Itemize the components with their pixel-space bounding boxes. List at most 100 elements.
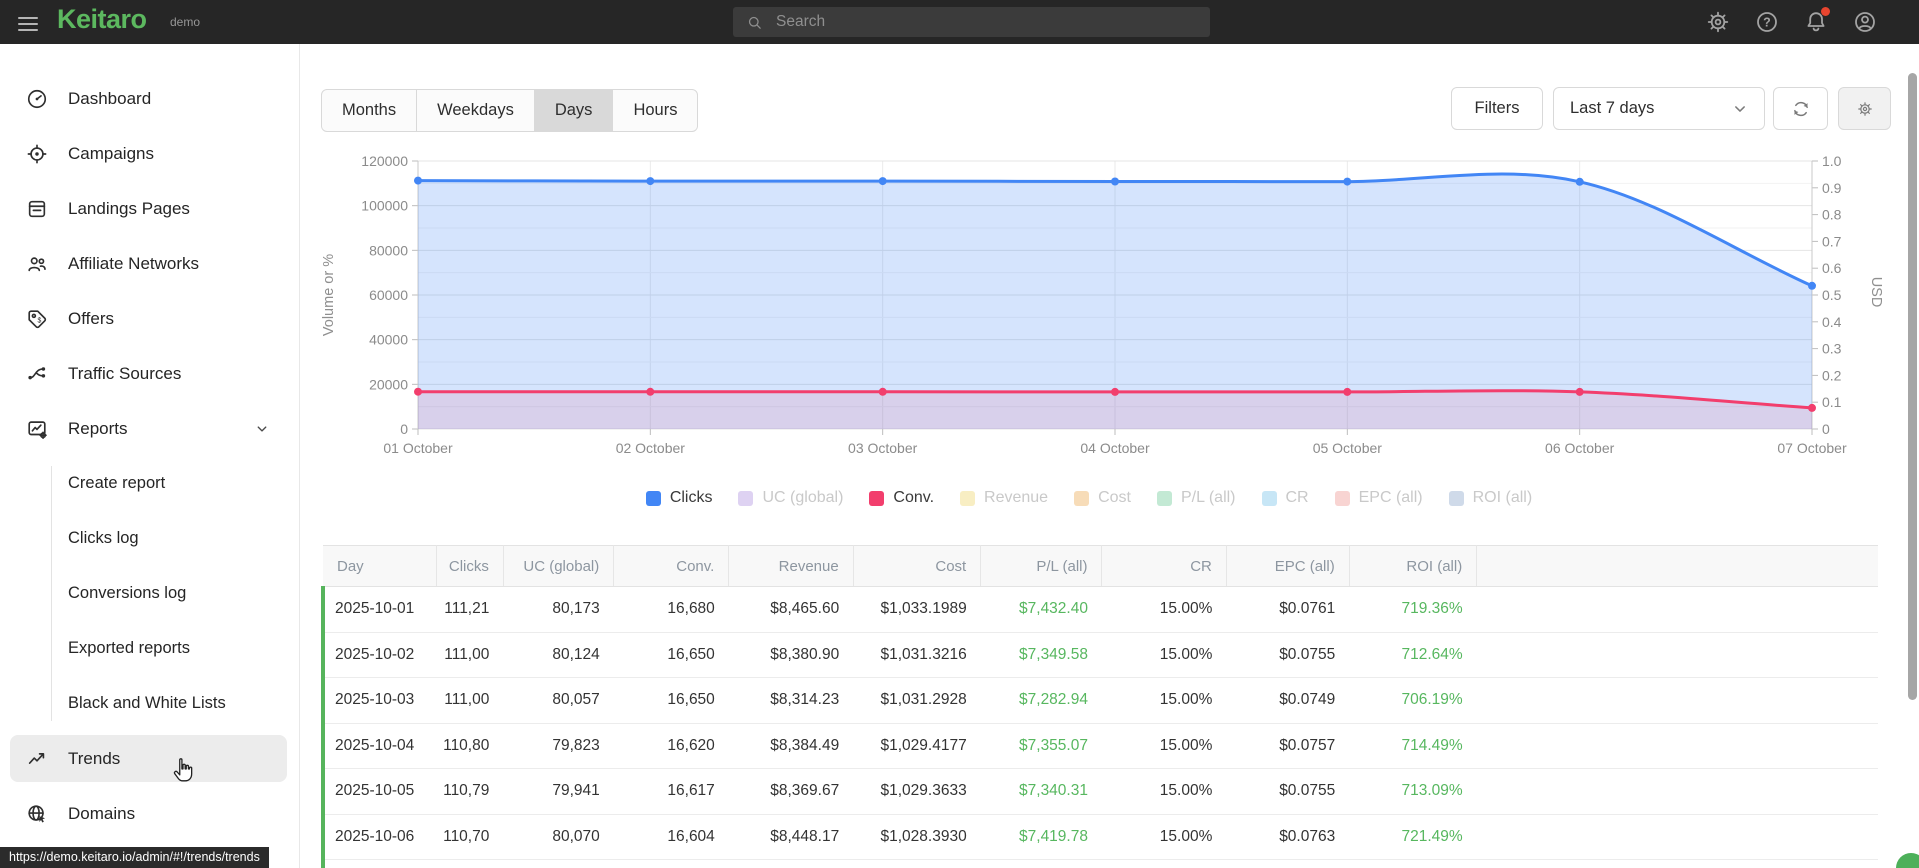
cell-revenue: $4,693.34 [728,859,854,868]
tab-months[interactable]: Months [322,90,416,131]
column-header-epc-all[interactable]: EPC (all) [1226,545,1350,587]
user-button[interactable] [1853,10,1877,34]
column-header-uc-global[interactable]: UC (global) [503,545,615,587]
column-header-roi-all[interactable]: ROI (all) [1349,545,1478,587]
help-button[interactable]: ? [1755,10,1779,34]
svg-text:04 October: 04 October [1080,440,1150,456]
legend-item-clicks[interactable]: Clicks [645,489,712,507]
chat-widget-button[interactable] [1896,853,1919,868]
legend-swatch [869,490,885,506]
cell-roi-all: 712.64% [1349,632,1477,678]
cell-cost: $1,031.2928 [853,677,981,724]
tab-days[interactable]: Days [533,90,613,131]
cell-cr: 15.00% [1101,586,1227,633]
cell-day: 2025-10-01 [321,586,437,633]
sidebar-item-campaigns[interactable]: Campaigns [0,126,299,181]
cell-roi-all: 721.49% [1349,814,1477,860]
sidebar-item-traffic-sources[interactable]: Traffic Sources [0,346,299,401]
top-bar: Keitaro demo ? [0,0,1919,44]
sidebar-item-offers[interactable]: $ Offers [0,291,299,346]
sidebar-item-dashboard[interactable]: Dashboard [0,71,299,126]
table-filler [1476,723,1878,769]
legend-item-revenue[interactable]: Revenue [960,489,1048,507]
column-header-clicks[interactable]: Clicks [436,545,504,587]
cell-clicks: 64,11 [436,859,504,868]
legend-item-epc-all[interactable]: EPC (all) [1334,489,1423,507]
column-header-cr[interactable]: CR [1101,545,1227,587]
svg-text:07 October: 07 October [1777,440,1847,456]
tab-hours[interactable]: Hours [612,90,697,131]
column-header-cost[interactable]: Cost [853,545,982,587]
legend-label: Conv. [893,489,935,506]
sidebar-item-label: Domains [68,803,136,823]
legend-item-conv[interactable]: Conv. [869,489,934,507]
sidebar-subitem-label: Create report [68,474,166,492]
sidebar-item-label: Offers [68,308,114,328]
search-icon [746,14,763,31]
tab-weekdays[interactable]: Weekdays [416,90,534,131]
column-header-conv[interactable]: Conv. [613,545,730,587]
legend-item-cr[interactable]: CR [1261,489,1309,507]
column-header-day[interactable]: Day [323,545,437,587]
domains-icon [26,803,48,825]
table-filler [1476,814,1878,860]
table-filler [1476,768,1878,815]
legend-item-uc-global[interactable]: UC (global) [738,489,843,507]
cell-cr: 15.00% [1101,768,1227,815]
cell-cost: $1,029.3633 [853,768,981,815]
notification-dot [1821,7,1830,16]
column-header-revenue[interactable]: Revenue [728,545,854,587]
gear-button[interactable] [1706,10,1730,34]
cell-conv: 16,604 [613,814,729,860]
legend-item-roi-all[interactable]: ROI (all) [1448,489,1532,507]
column-header-p-l-all[interactable]: P/L (all) [980,545,1103,587]
cell-roi-all: 713.09% [1349,768,1477,815]
search-input[interactable] [774,12,1178,32]
cell-uc-global: 79,941 [503,768,614,815]
sidebar-item-label: Reports [68,418,128,438]
sidebar: Dashboard Campaigns Landings Pages Affil… [0,44,300,868]
landing-pages-icon [26,198,48,220]
cell-cost: $1,033.1989 [853,586,981,633]
global-search [733,7,1210,37]
sidebar-item-affiliate-networks[interactable]: Affiliate Networks [0,236,299,291]
sidebar-item-label: Campaigns [68,143,154,163]
sidebar-subitem-conversions-log[interactable]: Conversions log [0,566,299,621]
cell-p-l-all: $4,096.04 [980,859,1102,868]
cell-roi-all: 719.36% [1349,586,1477,633]
svg-text:60000: 60000 [369,287,408,303]
svg-text:0.5: 0.5 [1822,287,1842,303]
svg-text:USD: USD [1868,277,1884,308]
sidebar-subitem-label: Clicks log [68,529,139,547]
svg-text:$: $ [38,317,42,324]
cell-clicks: 110,80 [436,723,504,769]
cell-day: 2025-10-02 [321,632,437,678]
svg-text:02 October: 02 October [616,440,686,456]
offers-icon: $ [26,308,48,330]
legend-label: Revenue [984,489,1049,506]
hamburger-menu-icon[interactable] [18,17,38,31]
trends-icon [26,748,48,770]
svg-text:0.9: 0.9 [1822,180,1842,196]
bell-button[interactable] [1804,7,1830,34]
legend-item-p-l-all[interactable]: P/L (all) [1156,489,1236,507]
sidebar-item-reports[interactable]: Reports [0,401,299,456]
sidebar-item-trends[interactable]: Trends [0,731,299,786]
table-row: 2025-10-04 110,80 79,823 16,620 $8,384.49 $1,… [321,723,1878,769]
table-filler [1476,586,1878,633]
sidebar-subitem-clicks-log[interactable]: Clicks log [0,511,299,566]
cell-cost: $1,029.4177 [853,723,981,769]
cell-p-l-all: $7,432.40 [980,586,1102,633]
cell-conv: 16,650 [613,677,729,724]
cell-cr: 15.00% [1101,677,1227,724]
sidebar-subitem-exported-reports[interactable]: Exported reports [0,621,299,676]
env-badge: demo [170,15,201,29]
vertical-scrollbar-thumb[interactable] [1908,73,1917,700]
legend-item-cost[interactable]: Cost [1074,489,1131,507]
sidebar-subitem-black-and-white-lists[interactable]: Black and White Lists [0,676,299,731]
legend-swatch [960,490,976,506]
sidebar-subitem-create-report[interactable]: Create report [0,456,299,511]
sidebar-item-domains[interactable]: Domains [0,786,299,841]
sidebar-item-landings-pages[interactable]: Landings Pages [0,181,299,236]
table-header-row: Day Clicks UC (global) Conv. Revenue Cost P/L … [323,545,1878,587]
